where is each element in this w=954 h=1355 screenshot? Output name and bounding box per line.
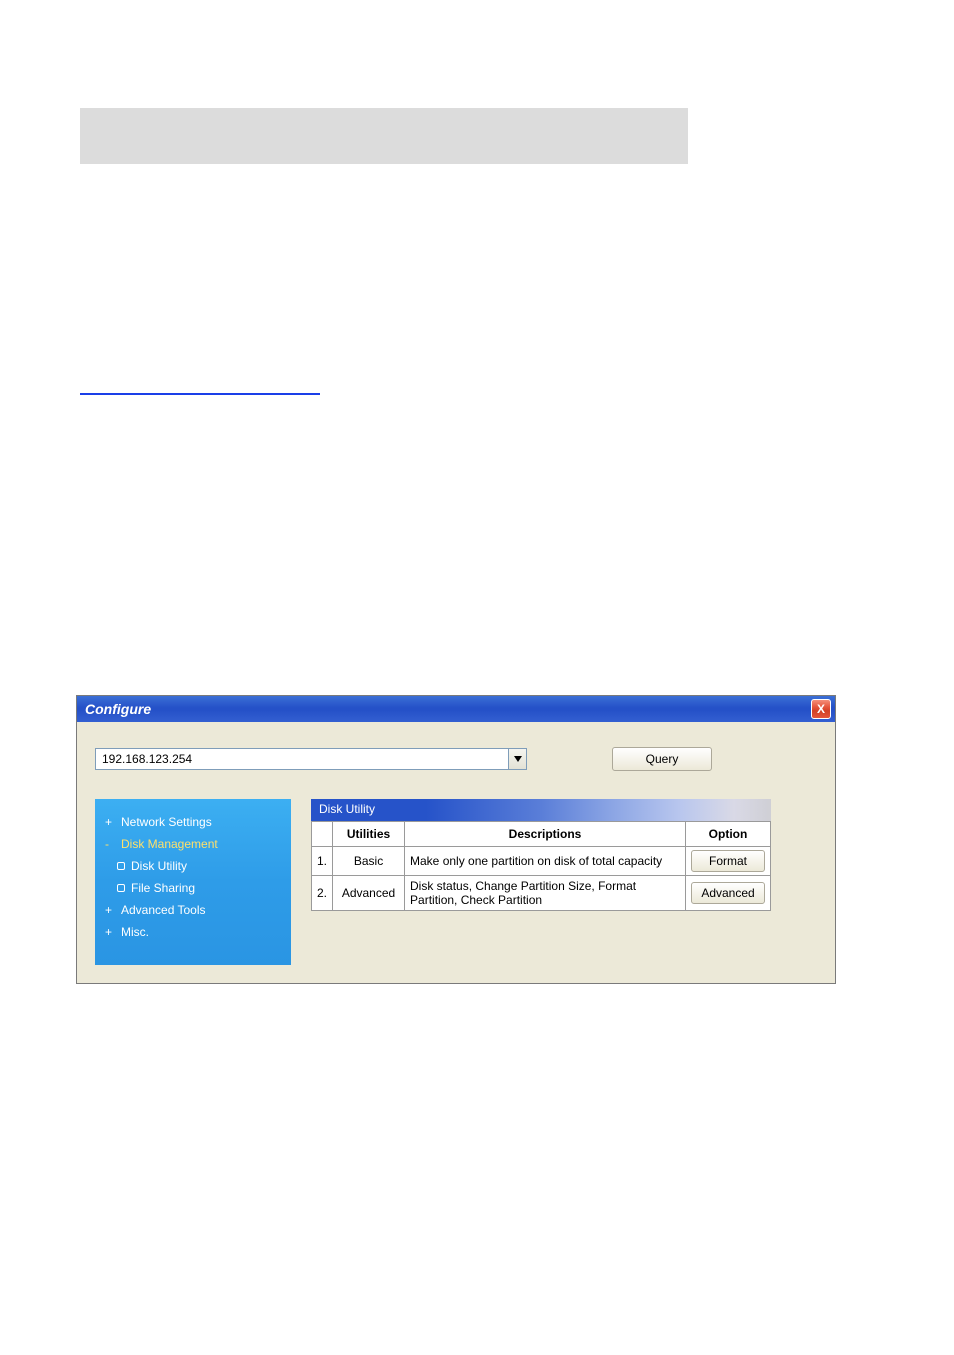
advanced-button[interactable]: Advanced	[691, 882, 765, 904]
row-option-cell: Advanced	[686, 876, 771, 911]
collapse-icon: -	[105, 837, 115, 851]
sidebar-item-disk-utility[interactable]: Disk Utility	[105, 855, 283, 877]
ip-row: Query	[95, 747, 817, 771]
expand-icon: +	[105, 903, 115, 917]
sidebar-item-file-sharing[interactable]: File Sharing	[105, 877, 283, 899]
row-utility: Basic	[333, 847, 405, 876]
sidebar-item-label: Network Settings	[121, 815, 212, 829]
window-title: Configure	[85, 701, 151, 717]
expand-icon: +	[105, 925, 115, 939]
table-header-utilities: Utilities	[333, 822, 405, 847]
sidebar-item-label: Misc.	[121, 925, 149, 939]
bullet-icon	[117, 884, 125, 892]
row-option-cell: Format	[686, 847, 771, 876]
configure-window: Configure X Query + Network Settings -	[76, 695, 836, 984]
table-row: 1. Basic Make only one partition on disk…	[312, 847, 771, 876]
dropdown-arrow-button[interactable]	[509, 748, 527, 770]
table-row: 2. Advanced Disk status, Change Partitio…	[312, 876, 771, 911]
sidebar-item-label: File Sharing	[131, 881, 195, 895]
row-number: 1.	[312, 847, 333, 876]
table-header-descriptions: Descriptions	[405, 822, 686, 847]
content-row: + Network Settings - Disk Management Dis…	[95, 799, 817, 965]
query-button[interactable]: Query	[612, 747, 712, 771]
titlebar: Configure X	[77, 696, 835, 722]
expand-icon: +	[105, 815, 115, 829]
table-header-option: Option	[686, 822, 771, 847]
close-icon: X	[817, 703, 825, 715]
row-number: 2.	[312, 876, 333, 911]
bullet-icon	[117, 862, 125, 870]
row-description: Make only one partition on disk of total…	[405, 847, 686, 876]
sidebar-item-misc[interactable]: + Misc.	[105, 921, 283, 943]
sidebar: + Network Settings - Disk Management Dis…	[95, 799, 291, 965]
format-button[interactable]: Format	[691, 850, 765, 872]
panel-header: Disk Utility	[311, 799, 771, 821]
chevron-down-icon	[514, 756, 522, 762]
sidebar-item-disk-management[interactable]: - Disk Management	[105, 833, 283, 855]
ip-input[interactable]	[95, 748, 509, 770]
sidebar-item-advanced-tools[interactable]: + Advanced Tools	[105, 899, 283, 921]
sidebar-item-label: Disk Utility	[131, 859, 187, 873]
table-header-row: Utilities Descriptions Option	[312, 822, 771, 847]
panel-title: Disk Utility	[319, 802, 375, 816]
window-body: Query + Network Settings - Disk Manageme…	[77, 722, 835, 983]
row-utility: Advanced	[333, 876, 405, 911]
sidebar-item-label: Disk Management	[121, 837, 218, 851]
disk-utility-table: Utilities Descriptions Option 1. Basic M…	[311, 821, 771, 911]
ip-combobox[interactable]	[95, 748, 527, 770]
blue-underline	[80, 393, 320, 395]
row-description: Disk status, Change Partition Size, Form…	[405, 876, 686, 911]
sidebar-item-network-settings[interactable]: + Network Settings	[105, 811, 283, 833]
table-header-blank	[312, 822, 333, 847]
sidebar-item-label: Advanced Tools	[121, 903, 206, 917]
top-gray-band	[80, 108, 688, 164]
close-button[interactable]: X	[811, 699, 831, 719]
main-panel: Disk Utility Utilities Descriptions Opti…	[311, 799, 817, 911]
